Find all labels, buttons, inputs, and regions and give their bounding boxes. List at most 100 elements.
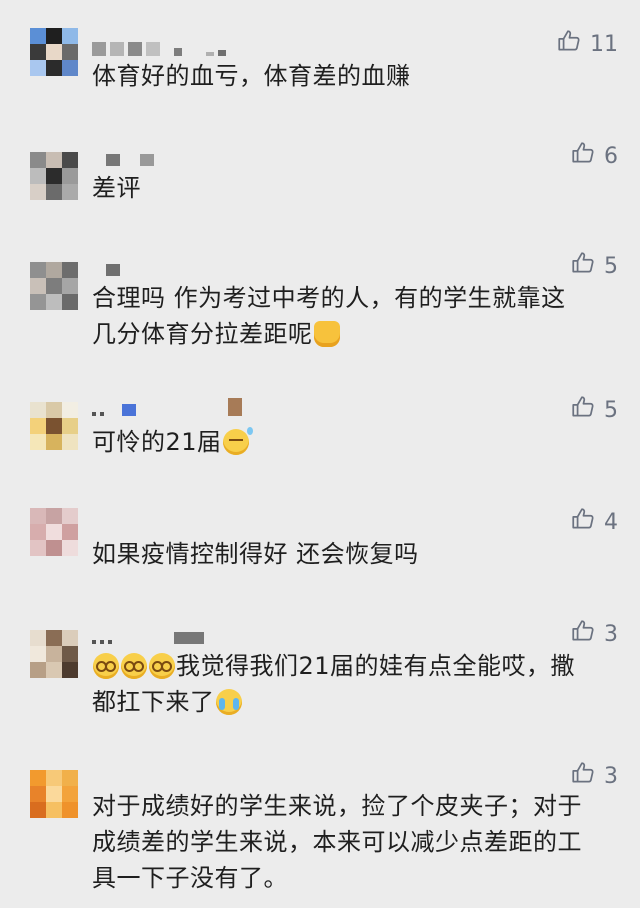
comment-text: 差评 [92, 174, 141, 202]
avatar-pixel [46, 60, 62, 76]
username-redacted[interactable] [92, 630, 204, 644]
avatar[interactable] [30, 770, 78, 818]
avatar-pixel [30, 418, 46, 434]
comment-text-line: 对于成绩好的学生来说，捡了个皮夹子；对于 [92, 792, 582, 820]
avatar-pixel [46, 168, 62, 184]
avatar-pixel [46, 28, 62, 44]
redacted-block [110, 42, 124, 56]
redacted-block [106, 154, 120, 166]
avatar-pixel [30, 60, 46, 76]
avatar-pixel [46, 434, 62, 450]
redacted-block [140, 154, 154, 166]
comment-text: 对于成绩好的学生来说，捡了个皮夹子；对于 成绩差的学生来说，本来可以减少点差距的… [92, 788, 620, 896]
comment-text-line: 都扛下来了 [92, 684, 620, 720]
comment-item: 6 差评 [0, 136, 640, 216]
avatar-pixel [46, 152, 62, 168]
avatar-pixel [30, 524, 46, 540]
like-button[interactable]: 4 [570, 506, 618, 538]
thumbs-up-icon [570, 140, 596, 172]
avatar-pixel [30, 662, 46, 678]
avatar-pixel [62, 262, 78, 278]
username-redacted[interactable] [92, 398, 242, 416]
avatar-pixel [46, 278, 62, 294]
like-count: 6 [604, 143, 618, 169]
avatar-pixel [62, 540, 78, 556]
avatar[interactable] [30, 262, 78, 310]
comment-text-fragment: 都扛下来了 [92, 688, 215, 716]
avatar-pixel [30, 786, 46, 802]
redacted-block [174, 632, 204, 644]
avatar-pixel [46, 524, 62, 540]
avatar-pixel [46, 662, 62, 678]
avatar[interactable] [30, 508, 78, 556]
avatar-pixel [62, 786, 78, 802]
avatar-pixel [30, 278, 46, 294]
like-button[interactable]: 3 [570, 618, 618, 650]
comment-text: 我觉得我们21届的娃有点全能哎，撒 都扛下来了 [92, 648, 620, 720]
like-count: 5 [604, 397, 618, 423]
avatar-pixel [62, 662, 78, 678]
avatar-pixel [46, 44, 62, 60]
comment-text-line: 具一下子没有了。 [92, 864, 288, 892]
comment-text: 如果疫情控制得好 还会恢复吗 [92, 540, 419, 568]
avatar-pixel [30, 630, 46, 646]
redacted-block [218, 50, 226, 56]
avatar-pixel [62, 44, 78, 60]
avatar-pixel [46, 770, 62, 786]
avatar-pixel [62, 646, 78, 662]
avatar[interactable] [30, 402, 78, 450]
avatar-pixel [62, 60, 78, 76]
avatar-pixel [46, 802, 62, 818]
dizzy-face-emoji-icon [149, 653, 175, 679]
redacted-block [206, 52, 214, 56]
username-redacted[interactable] [92, 42, 226, 56]
thumbs-up-icon [570, 506, 596, 538]
like-button[interactable]: 11 [556, 28, 618, 60]
avatar-pixel [46, 402, 62, 418]
avatar[interactable] [30, 152, 78, 200]
dizzy-face-emoji-icon [93, 653, 119, 679]
avatar-pixel [30, 28, 46, 44]
like-button[interactable]: 5 [570, 250, 618, 282]
avatar-pixel [30, 262, 46, 278]
thumbs-up-icon [570, 250, 596, 282]
avatar-pixel [46, 646, 62, 662]
username-redacted[interactable] [92, 262, 120, 276]
crying-laughing-emoji-icon [215, 689, 242, 715]
username-redacted[interactable] [92, 152, 154, 166]
avatar-pixel [62, 278, 78, 294]
avatar[interactable] [30, 28, 78, 76]
comment-item: 3 对于成绩好的学生来说，捡了个皮夹子；对于 成绩差的学生来说，本来可以减少点差… [0, 758, 640, 908]
like-button[interactable]: 6 [570, 140, 618, 172]
redacted-block [100, 640, 104, 644]
avatar-pixel [30, 802, 46, 818]
avatar-pixel [46, 508, 62, 524]
thumbs-up-icon [570, 394, 596, 426]
avatar-pixel [46, 262, 62, 278]
comment-item: 4 如果疫情控制得好 还会恢复吗 [0, 504, 640, 584]
avatar-pixel [62, 770, 78, 786]
comment-text: 体育好的血亏，体育差的血赚 [92, 62, 411, 90]
avatar-pixel [62, 524, 78, 540]
like-button[interactable]: 5 [570, 394, 618, 426]
avatar-pixel [62, 28, 78, 44]
comment-text-line: 我觉得我们21届的娃有点全能哎，撒 [92, 648, 620, 684]
comment-text: 合理吗 作为考过中考的人，有的学生就靠这 几分体育分拉差距呢 [92, 280, 620, 352]
avatar-pixel [30, 540, 46, 556]
avatar[interactable] [30, 630, 78, 678]
comment-text-line: 几分体育分拉差距呢 [92, 316, 620, 352]
redacted-block [106, 264, 120, 276]
avatar-pixel [30, 294, 46, 310]
avatar-pixel [62, 434, 78, 450]
comment-item: 5 合理吗 作为考过中考的人，有的学生就靠这 几分体育分拉差距呢 [0, 246, 640, 356]
like-count: 11 [590, 31, 618, 57]
redacted-block [108, 640, 112, 644]
like-count: 4 [604, 509, 618, 535]
avatar-pixel [30, 44, 46, 60]
like-count: 3 [604, 621, 618, 647]
avatar-pixel [46, 540, 62, 556]
avatar-pixel [30, 646, 46, 662]
avatar-pixel [30, 152, 46, 168]
comment-text-line: 成绩差的学生来说，本来可以减少点差距的工 [92, 828, 582, 856]
redacted-block [174, 48, 182, 56]
